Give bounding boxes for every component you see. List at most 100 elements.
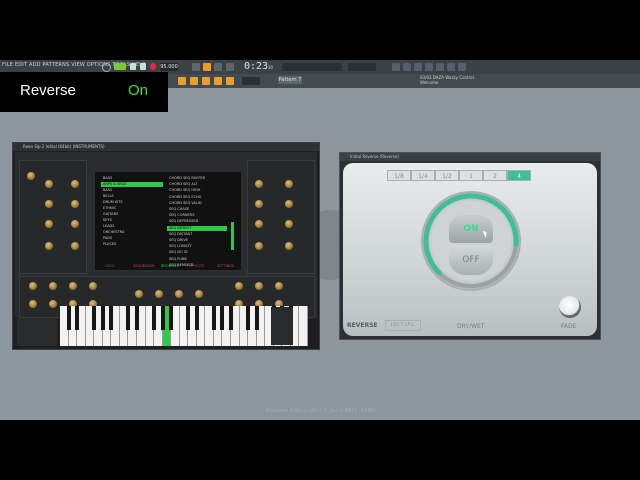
mod-knob[interactable]: [29, 282, 37, 290]
synth-window-title[interactable]: Reen Sip 2 Initial (64bit) (INSTRUMENTS): [13, 143, 319, 151]
filter-knob[interactable]: [45, 180, 53, 188]
preset-item[interactable]: CHORD SEQ HIGH: [169, 188, 200, 192]
category-item[interactable]: DRUM KITS: [103, 200, 123, 204]
mod-knob[interactable]: [29, 300, 37, 308]
white-key[interactable]: [299, 306, 308, 346]
category-item[interactable]: KEYS: [103, 218, 112, 222]
delete-tool-icon[interactable]: [226, 77, 234, 85]
black-key[interactable]: [186, 306, 191, 330]
mod-knob[interactable]: [49, 282, 57, 290]
stop-icon[interactable]: [140, 63, 146, 70]
snap-icon[interactable]: [178, 77, 186, 85]
preset-item[interactable]: SEQ FUNK: [169, 257, 187, 261]
synth-tab[interactable]: EFFECTS: [189, 264, 204, 268]
black-key[interactable]: [194, 306, 199, 330]
shaper-knob[interactable]: [255, 242, 263, 250]
black-key[interactable]: [169, 306, 174, 330]
black-key[interactable]: [126, 306, 131, 330]
filter-knob[interactable]: [27, 172, 35, 180]
filter-knob[interactable]: [71, 242, 79, 250]
metronome-icon[interactable]: [192, 63, 200, 71]
mod-knob[interactable]: [69, 282, 77, 290]
shaper-knob[interactable]: [255, 180, 263, 188]
black-key[interactable]: [75, 306, 80, 330]
category-item[interactable]: GUITARS: [103, 212, 118, 216]
filter-knob[interactable]: [45, 220, 53, 228]
black-key[interactable]: [92, 306, 97, 330]
filter-knob[interactable]: [45, 242, 53, 250]
delay-knob[interactable]: [195, 290, 203, 298]
preset-item[interactable]: SEQ CORNERS: [169, 213, 194, 217]
length-option[interactable]: 1/2: [435, 170, 459, 181]
filter-knob[interactable]: [71, 200, 79, 208]
category-item[interactable]: ETHNIC: [103, 206, 116, 210]
category-item[interactable]: ARPS & SEQS: [103, 182, 127, 186]
length-option[interactable]: 4: [507, 170, 531, 181]
chorus-knob[interactable]: [275, 282, 283, 290]
length-option[interactable]: 2: [483, 170, 507, 181]
black-key[interactable]: [254, 306, 259, 330]
shaper-knob[interactable]: [285, 242, 293, 250]
synth-tab[interactable]: BROWSER: [161, 264, 179, 268]
pattern-song-toggle[interactable]: [114, 63, 126, 70]
black-key[interactable]: [160, 306, 165, 330]
mod-knob[interactable]: [49, 300, 57, 308]
preset-name[interactable]: INITIAL: [385, 320, 421, 331]
snap-select[interactable]: [242, 77, 260, 85]
delay-knob[interactable]: [135, 290, 143, 298]
preset-item[interactable]: SEQ NO ID: [169, 250, 188, 254]
filter-knob[interactable]: [71, 180, 79, 188]
shaper-knob[interactable]: [285, 220, 293, 228]
browser-icon[interactable]: [436, 63, 444, 71]
mixer-icon[interactable]: [425, 63, 433, 71]
preset-item[interactable]: SEQ DESPOT: [169, 226, 191, 230]
category-item[interactable]: BELLS: [103, 194, 114, 198]
category-item[interactable]: BASS: [103, 176, 112, 180]
preset-item[interactable]: CHORD SEQ ALT: [169, 182, 197, 186]
black-key[interactable]: [229, 306, 234, 330]
record-mode-icon[interactable]: [102, 63, 111, 72]
length-option[interactable]: 1/4: [411, 170, 435, 181]
off-button[interactable]: OFF: [449, 245, 493, 275]
loop-record-icon[interactable]: [226, 63, 234, 71]
plugin-picker-icon[interactable]: [447, 63, 455, 71]
paint-tool-icon[interactable]: [214, 77, 222, 85]
record-icon[interactable]: [150, 63, 156, 70]
length-option[interactable]: 1/8: [387, 170, 411, 181]
pattern-tool-icon[interactable]: [190, 77, 198, 85]
tempo-display[interactable]: 95.000: [160, 63, 178, 71]
black-key[interactable]: [134, 306, 139, 330]
category-item[interactable]: PADS: [103, 236, 112, 240]
mod-knob[interactable]: [89, 282, 97, 290]
black-key[interactable]: [220, 306, 225, 330]
preset-item[interactable]: CHORD SEQ BUFFER: [169, 176, 205, 180]
preset-item[interactable]: CHORD SEQ ECHO: [169, 195, 201, 199]
chorus-knob[interactable]: [255, 282, 263, 290]
category-item[interactable]: ORCHESTRA: [103, 230, 124, 234]
settings-icon[interactable]: [458, 63, 466, 71]
keyboard-controls[interactable]: [271, 307, 293, 345]
preset-item[interactable]: SEQ DISTANT: [169, 232, 192, 236]
synth-tab[interactable]: SEQUENCER: [133, 264, 155, 268]
play-icon[interactable]: [130, 63, 136, 70]
preset-item[interactable]: SEQ CHASE: [169, 207, 189, 211]
black-key[interactable]: [109, 306, 114, 330]
preset-item[interactable]: SEQ LOYALTY: [169, 244, 192, 248]
preset-item[interactable]: SEQ DEPRESSED: [169, 219, 198, 223]
length-option[interactable]: 1: [459, 170, 483, 181]
category-item[interactable]: LEADS: [103, 224, 114, 228]
chorus-knob[interactable]: [235, 282, 243, 290]
delay-knob[interactable]: [175, 290, 183, 298]
pitch-mod-wheels[interactable]: [17, 318, 57, 346]
category-item[interactable]: BASS: [103, 188, 112, 192]
playlist-icon[interactable]: [392, 63, 400, 71]
preset-item[interactable]: CHORD SEQ VALID: [169, 201, 202, 205]
channel-rack-icon[interactable]: [414, 63, 422, 71]
filter-knob[interactable]: [71, 220, 79, 228]
draw-tool-icon[interactable]: [202, 77, 210, 85]
black-key[interactable]: [152, 306, 157, 330]
delay-knob[interactable]: [155, 290, 163, 298]
shaper-knob[interactable]: [285, 180, 293, 188]
on-button[interactable]: ON: [449, 215, 493, 243]
preset-scrollbar[interactable]: [231, 222, 234, 250]
